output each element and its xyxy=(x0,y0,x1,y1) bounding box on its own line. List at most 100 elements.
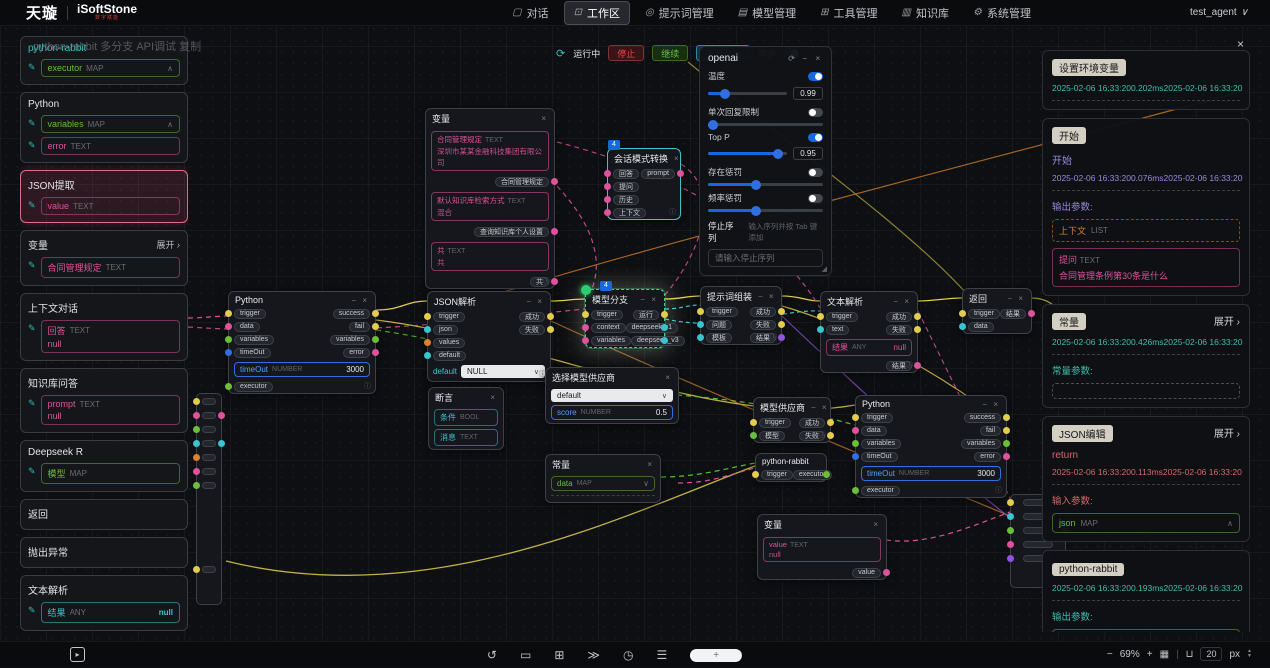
port[interactable]: error xyxy=(974,452,1001,462)
port-dot[interactable] xyxy=(225,310,232,317)
port-dot[interactable] xyxy=(225,323,232,330)
port[interactable]: 失败 xyxy=(750,320,776,330)
data-select[interactable]: dataMAP∨ xyxy=(551,476,655,491)
port-dot[interactable] xyxy=(959,323,966,330)
palette-card[interactable]: 变量展开 › ✎合同管理规定TEXT xyxy=(20,230,188,286)
port[interactable]: fail xyxy=(980,426,1001,436)
port-dot[interactable] xyxy=(914,362,921,369)
window-ops[interactable]: − × xyxy=(1007,294,1025,303)
port-dot[interactable] xyxy=(218,440,225,447)
port[interactable]: 提问 xyxy=(613,182,639,192)
edit-icon[interactable]: ✎ xyxy=(28,257,36,271)
port-dot[interactable] xyxy=(914,326,921,333)
copy-icon[interactable]: ⊞ xyxy=(554,648,564,662)
nav-tool-mgmt[interactable]: ⊞工具管理 xyxy=(811,2,886,24)
close-icon[interactable]: × xyxy=(541,114,548,123)
port-dot[interactable] xyxy=(827,432,834,439)
port[interactable]: variables xyxy=(861,439,901,449)
port-dot[interactable] xyxy=(750,419,757,426)
port-dot[interactable] xyxy=(1028,310,1035,317)
resume-button[interactable]: 继续 xyxy=(652,45,688,61)
port-dot[interactable] xyxy=(551,178,558,185)
close-icon[interactable]: × xyxy=(665,373,672,382)
port-dot[interactable] xyxy=(547,326,554,333)
node-return[interactable]: 返回− × trigger结果 data xyxy=(962,288,1032,334)
param-toggle[interactable] xyxy=(808,72,823,81)
field-value[interactable]: 混合 xyxy=(437,207,543,218)
port[interactable]: 模板 xyxy=(706,333,732,343)
port[interactable]: trigger xyxy=(706,307,738,317)
port-dot[interactable] xyxy=(604,170,611,177)
inspector-section[interactable]: 开始 开始 2025-02-06 16:33:200.076ms2025-02-… xyxy=(1042,118,1250,296)
port[interactable]: data xyxy=(861,426,887,436)
port-dot[interactable] xyxy=(225,383,232,390)
port-dot[interactable] xyxy=(677,170,684,177)
port-dot[interactable] xyxy=(424,326,431,333)
port-dot[interactable] xyxy=(604,196,611,203)
nav-system-mgmt[interactable]: ⚙系统管理 xyxy=(964,2,1040,24)
port[interactable]: 运行 xyxy=(633,310,659,320)
port-dot[interactable] xyxy=(582,311,589,318)
port-dot[interactable] xyxy=(372,349,379,356)
expand-link[interactable]: 展开 › xyxy=(156,238,180,251)
port[interactable]: 成功 xyxy=(886,312,912,322)
port[interactable]: variables xyxy=(591,336,631,346)
port-dot[interactable] xyxy=(424,313,431,320)
port[interactable]: 回答 xyxy=(613,169,639,179)
minimize-icon[interactable]: − xyxy=(802,54,810,63)
close-icon[interactable]: × xyxy=(815,54,823,63)
collapsed-node[interactable] xyxy=(196,393,222,605)
edit-icon[interactable]: ✎ xyxy=(28,59,36,73)
step-down-icon[interactable]: ▼ xyxy=(1247,654,1252,659)
port[interactable]: 失败 xyxy=(886,325,912,335)
port[interactable]: 结果 xyxy=(1000,309,1026,319)
timeout-field[interactable]: timeOutNUMBER3000 xyxy=(861,466,1001,481)
port[interactable]: timeOut xyxy=(861,452,898,462)
window-ops[interactable]: − × xyxy=(351,296,369,305)
port[interactable]: 上下文 xyxy=(613,208,646,218)
nav-workspace[interactable]: ⊡工作区 xyxy=(564,1,630,25)
port-dot[interactable] xyxy=(817,326,824,333)
port-dot[interactable] xyxy=(551,228,558,235)
port-dot[interactable] xyxy=(1003,427,1010,434)
port-dot[interactable] xyxy=(697,321,704,328)
port[interactable]: json xyxy=(433,325,458,335)
port-dot[interactable] xyxy=(193,398,200,405)
node-variables[interactable]: 变量× valueTEXTnull value xyxy=(757,514,887,580)
port-dot[interactable] xyxy=(372,323,379,330)
palette-card[interactable]: python-rabbit ✎executorMAP∧ xyxy=(20,36,188,85)
frame-icon[interactable]: ▭ xyxy=(520,648,531,662)
edit-icon[interactable]: ✎ xyxy=(28,115,36,129)
zoom-in-icon[interactable]: + xyxy=(1147,649,1153,660)
inspector-section[interactable]: 展开 › JSON编辑 return 2025-02-06 16:33:200.… xyxy=(1042,416,1250,542)
param-toggle[interactable] xyxy=(808,108,823,117)
frequency-penalty-slider[interactable] xyxy=(708,209,823,212)
param-toggle[interactable] xyxy=(808,194,823,203)
port[interactable]: data xyxy=(968,322,994,332)
port[interactable]: trigger xyxy=(761,470,793,480)
window-ops[interactable]: − × xyxy=(982,400,1000,409)
chevron-up-icon[interactable]: ∧ xyxy=(167,120,173,129)
port[interactable]: values xyxy=(433,338,465,348)
history-icon[interactable]: ◷ xyxy=(623,648,633,662)
node-python[interactable]: Python− × triggersuccess datafail variab… xyxy=(855,395,1007,498)
nav-prompt-mgmt[interactable]: ◎提示词管理 xyxy=(636,2,723,24)
palette-card-selected[interactable]: JSON提取 ✎valueTEXT xyxy=(20,170,188,223)
inspector-section[interactable]: 展开 › 常量 2025-02-06 16:33:200.426ms2025-0… xyxy=(1042,304,1250,408)
node-variables[interactable]: 变量× 合同管理规定TEXT深圳市某某金融科技集团有限公司 合同管理规定 默认知… xyxy=(425,108,555,289)
refresh-icon[interactable]: ⟳ xyxy=(787,54,797,63)
node-json-parse[interactable]: JSON解析− × trigger成功 json失败 values defaul… xyxy=(427,291,551,382)
grid-icon[interactable]: ▦ xyxy=(1160,649,1169,660)
chevron-up-icon[interactable]: ∧ xyxy=(1227,519,1233,528)
port-dot[interactable] xyxy=(752,471,759,478)
edit-icon[interactable]: ✎ xyxy=(28,137,36,151)
port-dot[interactable] xyxy=(225,336,232,343)
port[interactable]: prompt xyxy=(641,169,675,179)
port-dot[interactable] xyxy=(1003,453,1010,460)
close-icon[interactable]: × xyxy=(1237,37,1244,51)
grid-size-input[interactable] xyxy=(1200,647,1222,661)
param-toggle[interactable] xyxy=(808,168,823,177)
port-dot[interactable] xyxy=(582,324,589,331)
edit-icon[interactable]: ✎ xyxy=(28,395,36,409)
port-dot[interactable] xyxy=(372,336,379,343)
